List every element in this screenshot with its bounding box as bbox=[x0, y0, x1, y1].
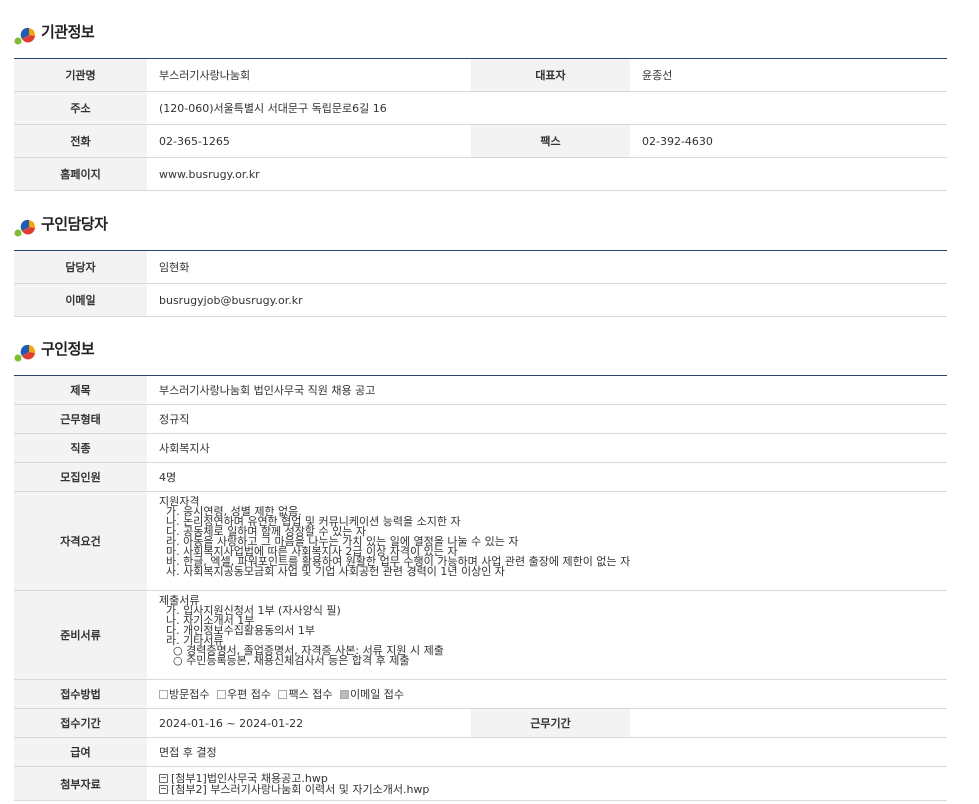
job-category: 사회복지사 bbox=[147, 433, 947, 463]
row-label: 팩스 bbox=[471, 124, 630, 158]
table-row: 이메일 busrugyjob@busrugy.or.kr bbox=[14, 283, 947, 317]
contact-email-link[interactable]: busrugyjob@busrugy.or.kr bbox=[147, 283, 947, 317]
contact-section-title: 구인담당자 bbox=[14, 213, 979, 237]
contact-title: 구인담당자 bbox=[41, 215, 108, 233]
checkbox-checked-icon bbox=[339, 690, 349, 699]
apply-methods: 방문접수 우편 접수 팩스 접수 이메일 접수 bbox=[147, 679, 947, 709]
method-label: 이메일 접수 bbox=[349, 688, 405, 701]
job-qualification: 지원자격 가. 응시연령, 성별 제한 없음. 나. 논리정연하며 유연한 협업… bbox=[147, 491, 947, 591]
row-label: 접수방법 bbox=[14, 679, 147, 709]
org-section-title: 기관정보 bbox=[14, 21, 979, 45]
table-row: 근무형태 정규직 bbox=[14, 404, 947, 434]
attachments: [첨부1]법인사무국 채용공고.hwp [첨부2] 부스러기사랑나눔회 이력서 … bbox=[147, 766, 947, 801]
org-name: 부스러기사랑나눔회 bbox=[147, 58, 471, 92]
apply-period: 2024-01-16 ~ 2024-01-22 bbox=[147, 708, 471, 738]
table-row: 접수방법 방문접수 우편 접수 팩스 접수 이메일 접수 bbox=[14, 679, 947, 709]
job-subject: 부스러기사랑나눔회 법인사무국 직원 채용 공고 bbox=[147, 375, 947, 405]
ceo-name: 윤종선 bbox=[630, 58, 947, 92]
contact-name: 임현화 bbox=[147, 250, 947, 284]
table-row: 제목 부스러기사랑나눔회 법인사무국 직원 채용 공고 bbox=[14, 375, 947, 405]
table-row: 준비서류 제출서류 가. 입사지원신청서 1부 (자사양식 필) 나. 자기소개… bbox=[14, 590, 947, 680]
checkbox-icon bbox=[159, 690, 168, 699]
table-row: 홈페이지 www.busrugy.or.kr bbox=[14, 157, 947, 191]
org-address: (120-060)서울특별시 서대문구 독립문로6길 16 bbox=[147, 91, 947, 125]
row-label: 자격요건 bbox=[14, 491, 147, 591]
job-section-title: 구인정보 bbox=[14, 338, 979, 362]
section-bullet-icon bbox=[14, 344, 36, 362]
table-row: 모집인원 4명 bbox=[14, 462, 947, 492]
row-label: 주소 bbox=[14, 91, 147, 125]
attachment-name: [첨부2] 부스러기사랑나눔회 이력서 및 자기소개서.hwp bbox=[171, 782, 430, 796]
job-type: 정규직 bbox=[147, 404, 947, 434]
org-table: 기관명 부스러기사랑나눔회 대표자 윤종선 주소 (120-060)서울특별시 … bbox=[14, 58, 947, 191]
contact-table: 담당자 임현화 이메일 busrugyjob@busrugy.or.kr bbox=[14, 250, 947, 317]
method-label: 우편 접수 bbox=[226, 688, 271, 701]
table-row: 첨부자료 [첨부1]법인사무국 채용공고.hwp [첨부2] 부스러기사랑나눔회… bbox=[14, 766, 947, 801]
org-homepage-link[interactable]: www.busrugy.or.kr bbox=[147, 157, 947, 191]
attachment-link[interactable]: [첨부2] 부스러기사랑나눔회 이력서 및 자기소개서.hwp bbox=[159, 784, 947, 795]
apply-method-email: 이메일 접수 bbox=[339, 688, 405, 701]
work-period bbox=[630, 708, 947, 738]
apply-method-fax: 팩스 접수 bbox=[278, 688, 332, 701]
row-label: 홈페이지 bbox=[14, 157, 147, 191]
table-row: 자격요건 지원자격 가. 응시연령, 성별 제한 없음. 나. 논리정연하며 유… bbox=[14, 491, 947, 591]
file-icon bbox=[159, 784, 168, 794]
org-fax: 02-392-4630 bbox=[630, 124, 947, 158]
row-label: 근무형태 bbox=[14, 404, 147, 434]
row-label: 담당자 bbox=[14, 250, 147, 284]
apply-method-mail: 우편 접수 bbox=[216, 688, 271, 701]
row-label: 준비서류 bbox=[14, 590, 147, 680]
row-label: 직종 bbox=[14, 433, 147, 463]
row-label: 접수기간 bbox=[14, 708, 147, 738]
row-label: 모집인원 bbox=[14, 462, 147, 492]
table-row: 주소 (120-060)서울특별시 서대문구 독립문로6길 16 bbox=[14, 91, 947, 125]
table-row: 급여 면접 후 결정 bbox=[14, 737, 947, 767]
table-row: 담당자 임현화 bbox=[14, 250, 947, 284]
job-title: 구인정보 bbox=[41, 340, 95, 358]
table-row: 접수기간 2024-01-16 ~ 2024-01-22 근무기간 bbox=[14, 708, 947, 738]
row-label: 급여 bbox=[14, 737, 147, 767]
salary: 면접 후 결정 bbox=[147, 737, 947, 767]
file-icon bbox=[159, 773, 168, 783]
table-row: 전화 02-365-1265 팩스 02-392-4630 bbox=[14, 124, 947, 158]
job-documents: 제출서류 가. 입사지원신청서 1부 (자사양식 필) 나. 자기소개서 1부 … bbox=[147, 590, 947, 680]
section-bullet-icon bbox=[14, 27, 36, 45]
row-label: 첨부자료 bbox=[14, 766, 147, 801]
row-label: 제목 bbox=[14, 375, 147, 405]
checkbox-icon bbox=[278, 690, 288, 699]
row-label: 기관명 bbox=[14, 58, 147, 92]
row-label: 근무기간 bbox=[471, 708, 630, 738]
org-title: 기관정보 bbox=[41, 23, 95, 41]
row-label: 대표자 bbox=[471, 58, 630, 92]
row-label: 전화 bbox=[14, 124, 147, 158]
apply-method-visit: 방문접수 bbox=[159, 688, 209, 701]
job-headcount: 4명 bbox=[147, 462, 947, 492]
section-bullet-icon bbox=[14, 219, 36, 237]
method-label: 방문접수 bbox=[169, 688, 210, 701]
row-label: 이메일 bbox=[14, 283, 147, 317]
checkbox-icon bbox=[216, 690, 226, 699]
table-row: 기관명 부스러기사랑나눔회 대표자 윤종선 bbox=[14, 58, 947, 92]
org-phone: 02-365-1265 bbox=[147, 124, 471, 158]
method-label: 팩스 접수 bbox=[288, 688, 333, 701]
table-row: 직종 사회복지사 bbox=[14, 433, 947, 463]
job-table: 제목 부스러기사랑나눔회 법인사무국 직원 채용 공고 근무형태 정규직 직종 … bbox=[14, 375, 947, 801]
